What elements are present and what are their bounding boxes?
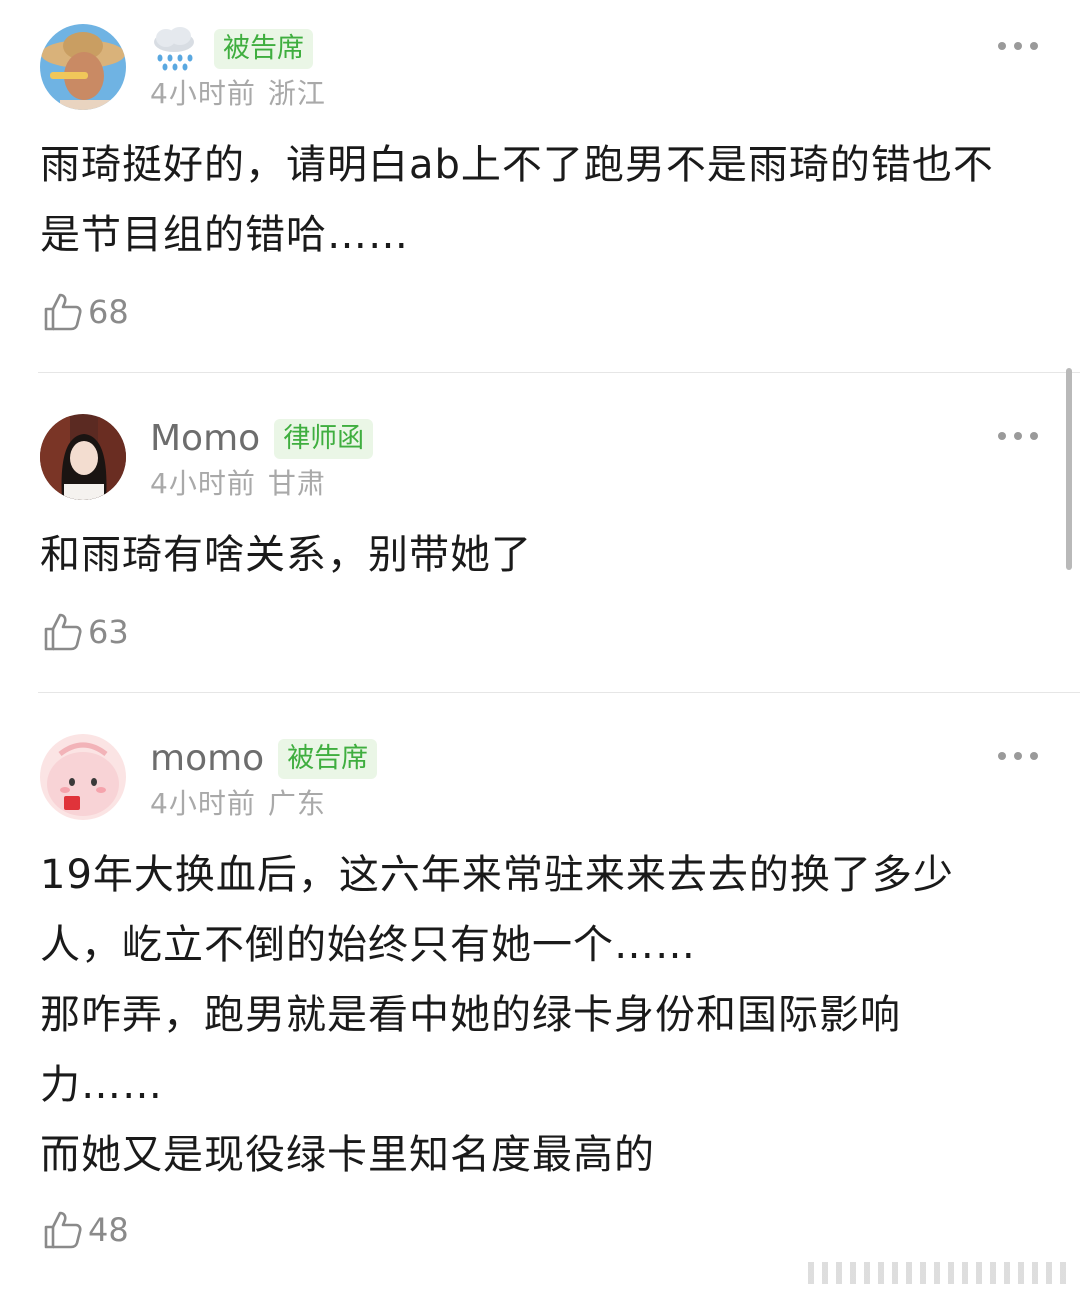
user-badge: 被告席 — [214, 29, 313, 69]
avatar[interactable] — [40, 24, 126, 110]
comment-item: Momo 律师函 4小时前 甘肃 和雨琦有啥关系，别带她了 63 — [0, 390, 1080, 692]
comment-meta: 4小时前 甘肃 — [150, 464, 326, 504]
rain-cloud-icon — [150, 26, 198, 72]
comment-location: 浙江 — [267, 77, 326, 110]
like-count: 63 — [88, 613, 129, 651]
comment-text: 雨琦挺好的，请明白ab上不了跑男不是雨琦的错也不 是节目组的错哈…… — [40, 130, 1040, 270]
comment-time: 4小时前 — [150, 77, 256, 110]
user-badge: 被告席 — [278, 739, 378, 779]
comment-line: 而她又是现役绿卡里知名度最高的 — [40, 1132, 655, 1178]
comment-line: 那咋弄，跑男就是看中她的绿卡身份和国际影响 — [40, 992, 901, 1038]
girl-portrait-avatar-icon — [40, 414, 126, 500]
thumbs-up-icon — [44, 1211, 82, 1249]
comment-line: 人，屹立不倒的始终只有她一个…… — [40, 922, 696, 968]
watermark-strip — [808, 1262, 1070, 1284]
comment-text: 和雨琦有啥关系，别带她了 — [40, 520, 1040, 590]
comment-line: 力…… — [40, 1062, 163, 1108]
comment-line: 雨琦挺好的，请明白ab上不了跑男不是雨琦的错也不 — [40, 142, 994, 188]
name-row: momo 被告席 — [150, 738, 378, 780]
pink-cartoon-avatar-icon — [40, 734, 126, 820]
scrollbar[interactable] — [1066, 368, 1072, 570]
more-options-icon[interactable] — [998, 428, 1038, 444]
comment-line: 是节目组的错哈…… — [40, 212, 409, 258]
comment-location: 广东 — [267, 787, 326, 820]
comment-line: 19年大换血后，这六年来常驻来来去去的换了多少 — [40, 852, 954, 898]
comment-text: 19年大换血后，这六年来常驻来来去去的换了多少 人，屹立不倒的始终只有她一个……… — [40, 840, 1040, 1190]
thumbs-up-icon — [44, 293, 82, 331]
divider — [38, 692, 1080, 693]
like-count: 68 — [88, 293, 129, 331]
straw-hat-avatar-icon — [40, 24, 126, 110]
name-row: 被告席 — [150, 26, 313, 72]
like-button[interactable]: 63 — [42, 610, 129, 654]
more-options-icon[interactable] — [998, 38, 1038, 54]
comment-time: 4小时前 — [150, 787, 256, 820]
username[interactable]: momo — [150, 738, 264, 780]
user-badge: 律师函 — [274, 419, 374, 459]
like-count: 48 — [88, 1211, 129, 1249]
comment-location: 甘肃 — [267, 467, 326, 500]
more-options-icon[interactable] — [998, 748, 1038, 764]
like-button[interactable]: 48 — [42, 1208, 129, 1252]
avatar[interactable] — [40, 414, 126, 500]
comment-item: momo 被告席 4小时前 广东 19年大换血后，这六年来常驻来来去去的换了多少 … — [0, 710, 1080, 1294]
username[interactable]: Momo — [150, 418, 260, 460]
comment-meta: 4小时前 浙江 — [150, 74, 326, 114]
comment-line: 和雨琦有啥关系，别带她了 — [40, 532, 532, 578]
name-row: Momo 律师函 — [150, 418, 374, 460]
divider — [38, 372, 1080, 373]
comment-time: 4小时前 — [150, 467, 256, 500]
avatar[interactable] — [40, 734, 126, 820]
comment-meta: 4小时前 广东 — [150, 784, 326, 824]
thumbs-up-icon — [44, 613, 82, 651]
like-button[interactable]: 68 — [42, 290, 129, 334]
comment-item: 被告席 4小时前 浙江 雨琦挺好的，请明白ab上不了跑男不是雨琦的错也不 是节目组… — [0, 0, 1080, 372]
